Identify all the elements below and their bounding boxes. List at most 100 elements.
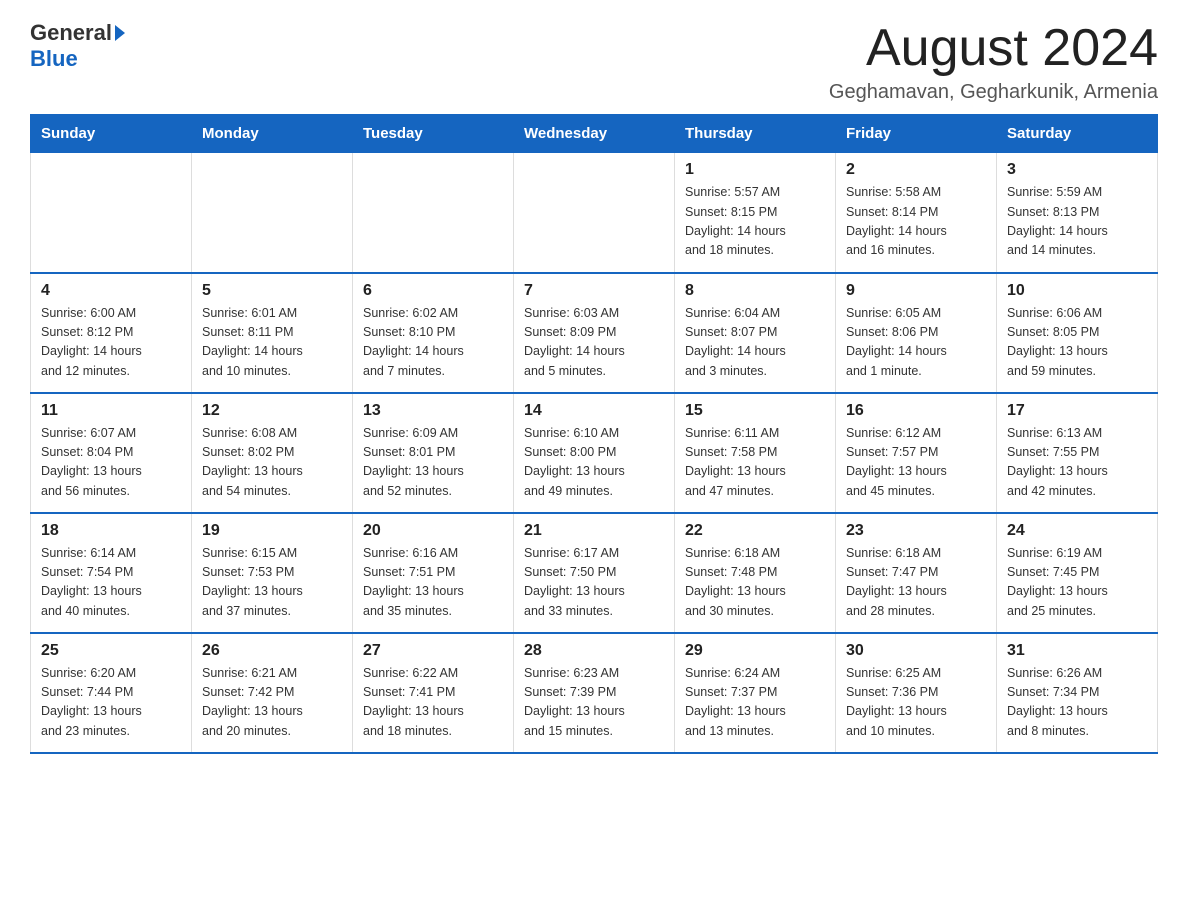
day-number: 29 — [685, 642, 825, 660]
day-number: 16 — [846, 402, 986, 420]
calendar-table: SundayMondayTuesdayWednesdayThursdayFrid… — [30, 114, 1158, 754]
day-cell: 8 Sunrise: 6:04 AM Sunset: 8:07 PM Daylig… — [675, 273, 836, 393]
day-number: 31 — [1007, 642, 1147, 660]
day-cell: 5 Sunrise: 6:01 AM Sunset: 8:11 PM Daylig… — [192, 273, 353, 393]
day-cell: 30 Sunrise: 6:25 AM Sunset: 7:36 PM Dayli… — [836, 633, 997, 753]
month-title: August 2024 — [829, 20, 1158, 77]
day-number: 21 — [524, 522, 664, 540]
day-number: 22 — [685, 522, 825, 540]
day-number: 27 — [363, 642, 503, 660]
week-row-4: 18 Sunrise: 6:14 AM Sunset: 7:54 PM Dayli… — [31, 513, 1158, 633]
day-info-text: Sunrise: 6:11 AM Sunset: 7:58 PM Dayligh… — [685, 424, 825, 502]
header-cell-wednesday: Wednesday — [514, 115, 675, 153]
day-number: 9 — [846, 282, 986, 300]
day-cell: 2 Sunrise: 5:58 AM Sunset: 8:14 PM Daylig… — [836, 153, 997, 273]
week-row-2: 4 Sunrise: 6:00 AM Sunset: 8:12 PM Daylig… — [31, 273, 1158, 393]
calendar-body: 1Sunrise: 5:57 AM Sunset: 8:15 PM Daylig… — [31, 153, 1158, 753]
day-info-text: Sunrise: 6:12 AM Sunset: 7:57 PM Dayligh… — [846, 424, 986, 502]
day-number: 10 — [1007, 282, 1147, 300]
day-cell: 9 Sunrise: 6:05 AM Sunset: 8:06 PM Daylig… — [836, 273, 997, 393]
header-cell-tuesday: Tuesday — [353, 115, 514, 153]
day-info-text: Sunrise: 6:13 AM Sunset: 7:55 PM Dayligh… — [1007, 424, 1147, 502]
day-info-text: Sunrise: 5:58 AM Sunset: 8:14 PM Dayligh… — [846, 183, 986, 261]
day-cell: 23Sunrise: 6:18 AM Sunset: 7:47 PM Dayli… — [836, 513, 997, 633]
week-row-3: 11Sunrise: 6:07 AM Sunset: 8:04 PM Dayli… — [31, 393, 1158, 513]
day-cell: 24 Sunrise: 6:19 AM Sunset: 7:45 PM Dayli… — [997, 513, 1158, 633]
day-cell — [353, 153, 514, 273]
day-info-text: Sunrise: 6:25 AM Sunset: 7:36 PM Dayligh… — [846, 664, 986, 742]
day-cell: 3Sunrise: 5:59 AM Sunset: 8:13 PM Daylig… — [997, 153, 1158, 273]
day-number: 15 — [685, 402, 825, 420]
day-number: 30 — [846, 642, 986, 660]
day-number: 14 — [524, 402, 664, 420]
day-cell: 31Sunrise: 6:26 AM Sunset: 7:34 PM Dayli… — [997, 633, 1158, 753]
day-number: 19 — [202, 522, 342, 540]
day-cell: 14 Sunrise: 6:10 AM Sunset: 8:00 PM Dayli… — [514, 393, 675, 513]
week-row-1: 1Sunrise: 5:57 AM Sunset: 8:15 PM Daylig… — [31, 153, 1158, 273]
day-number: 24 — [1007, 522, 1147, 540]
day-cell: 27Sunrise: 6:22 AM Sunset: 7:41 PM Dayli… — [353, 633, 514, 753]
day-info-text: Sunrise: 6:18 AM Sunset: 7:48 PM Dayligh… — [685, 544, 825, 622]
day-number: 8 — [685, 282, 825, 300]
day-cell: 26Sunrise: 6:21 AM Sunset: 7:42 PM Dayli… — [192, 633, 353, 753]
logo-arrow-icon — [115, 25, 125, 41]
day-number: 12 — [202, 402, 342, 420]
day-info-text: Sunrise: 6:00 AM Sunset: 8:12 PM Dayligh… — [41, 304, 181, 382]
day-info-text: Sunrise: 6:01 AM Sunset: 8:11 PM Dayligh… — [202, 304, 342, 382]
day-info-text: Sunrise: 6:08 AM Sunset: 8:02 PM Dayligh… — [202, 424, 342, 502]
header-row: SundayMondayTuesdayWednesdayThursdayFrid… — [31, 115, 1158, 153]
day-cell: 28 Sunrise: 6:23 AM Sunset: 7:39 PM Dayli… — [514, 633, 675, 753]
day-cell — [192, 153, 353, 273]
day-number: 5 — [202, 282, 342, 300]
day-info-text: Sunrise: 6:16 AM Sunset: 7:51 PM Dayligh… — [363, 544, 503, 622]
header-cell-sunday: Sunday — [31, 115, 192, 153]
day-cell: 13 Sunrise: 6:09 AM Sunset: 8:01 PM Dayli… — [353, 393, 514, 513]
day-number: 18 — [41, 522, 181, 540]
page-header: General Blue August 2024 Geghamavan, Geg… — [30, 20, 1158, 104]
header-cell-saturday: Saturday — [997, 115, 1158, 153]
header-cell-friday: Friday — [836, 115, 997, 153]
day-info-text: Sunrise: 6:23 AM Sunset: 7:39 PM Dayligh… — [524, 664, 664, 742]
day-info-text: Sunrise: 6:17 AM Sunset: 7:50 PM Dayligh… — [524, 544, 664, 622]
logo-blue-text: Blue — [30, 46, 78, 72]
day-cell — [31, 153, 192, 273]
day-info-text: Sunrise: 6:05 AM Sunset: 8:06 PM Dayligh… — [846, 304, 986, 382]
day-cell — [514, 153, 675, 273]
day-info-text: Sunrise: 5:57 AM Sunset: 8:15 PM Dayligh… — [685, 183, 825, 261]
day-info-text: Sunrise: 6:09 AM Sunset: 8:01 PM Dayligh… — [363, 424, 503, 502]
day-info-text: Sunrise: 6:07 AM Sunset: 8:04 PM Dayligh… — [41, 424, 181, 502]
day-number: 13 — [363, 402, 503, 420]
day-info-text: Sunrise: 6:10 AM Sunset: 8:00 PM Dayligh… — [524, 424, 664, 502]
day-cell: 10Sunrise: 6:06 AM Sunset: 8:05 PM Dayli… — [997, 273, 1158, 393]
day-info-text: Sunrise: 6:20 AM Sunset: 7:44 PM Dayligh… — [41, 664, 181, 742]
day-info-text: Sunrise: 6:02 AM Sunset: 8:10 PM Dayligh… — [363, 304, 503, 382]
day-cell: 18 Sunrise: 6:14 AM Sunset: 7:54 PM Dayli… — [31, 513, 192, 633]
day-cell: 11Sunrise: 6:07 AM Sunset: 8:04 PM Dayli… — [31, 393, 192, 513]
day-number: 25 — [41, 642, 181, 660]
day-info-text: Sunrise: 6:03 AM Sunset: 8:09 PM Dayligh… — [524, 304, 664, 382]
day-cell: 15 Sunrise: 6:11 AM Sunset: 7:58 PM Dayli… — [675, 393, 836, 513]
day-cell: 25 Sunrise: 6:20 AM Sunset: 7:44 PM Dayli… — [31, 633, 192, 753]
location-subtitle: Geghamavan, Gegharkunik, Armenia — [829, 81, 1158, 104]
day-info-text: Sunrise: 6:19 AM Sunset: 7:45 PM Dayligh… — [1007, 544, 1147, 622]
day-number: 4 — [41, 282, 181, 300]
day-number: 28 — [524, 642, 664, 660]
day-cell: 12 Sunrise: 6:08 AM Sunset: 8:02 PM Dayli… — [192, 393, 353, 513]
day-cell: 19Sunrise: 6:15 AM Sunset: 7:53 PM Dayli… — [192, 513, 353, 633]
logo-general-text: General — [30, 20, 112, 46]
day-cell: 7 Sunrise: 6:03 AM Sunset: 8:09 PM Daylig… — [514, 273, 675, 393]
day-info-text: Sunrise: 6:14 AM Sunset: 7:54 PM Dayligh… — [41, 544, 181, 622]
day-info-text: Sunrise: 6:24 AM Sunset: 7:37 PM Dayligh… — [685, 664, 825, 742]
day-number: 3 — [1007, 161, 1147, 179]
day-info-text: Sunrise: 6:04 AM Sunset: 8:07 PM Dayligh… — [685, 304, 825, 382]
day-cell: 21 Sunrise: 6:17 AM Sunset: 7:50 PM Dayli… — [514, 513, 675, 633]
day-cell: 17Sunrise: 6:13 AM Sunset: 7:55 PM Dayli… — [997, 393, 1158, 513]
day-number: 23 — [846, 522, 986, 540]
header-cell-thursday: Thursday — [675, 115, 836, 153]
day-number: 7 — [524, 282, 664, 300]
day-number: 2 — [846, 161, 986, 179]
day-info-text: Sunrise: 6:21 AM Sunset: 7:42 PM Dayligh… — [202, 664, 342, 742]
day-number: 6 — [363, 282, 503, 300]
logo: General Blue — [30, 20, 125, 72]
day-number: 20 — [363, 522, 503, 540]
